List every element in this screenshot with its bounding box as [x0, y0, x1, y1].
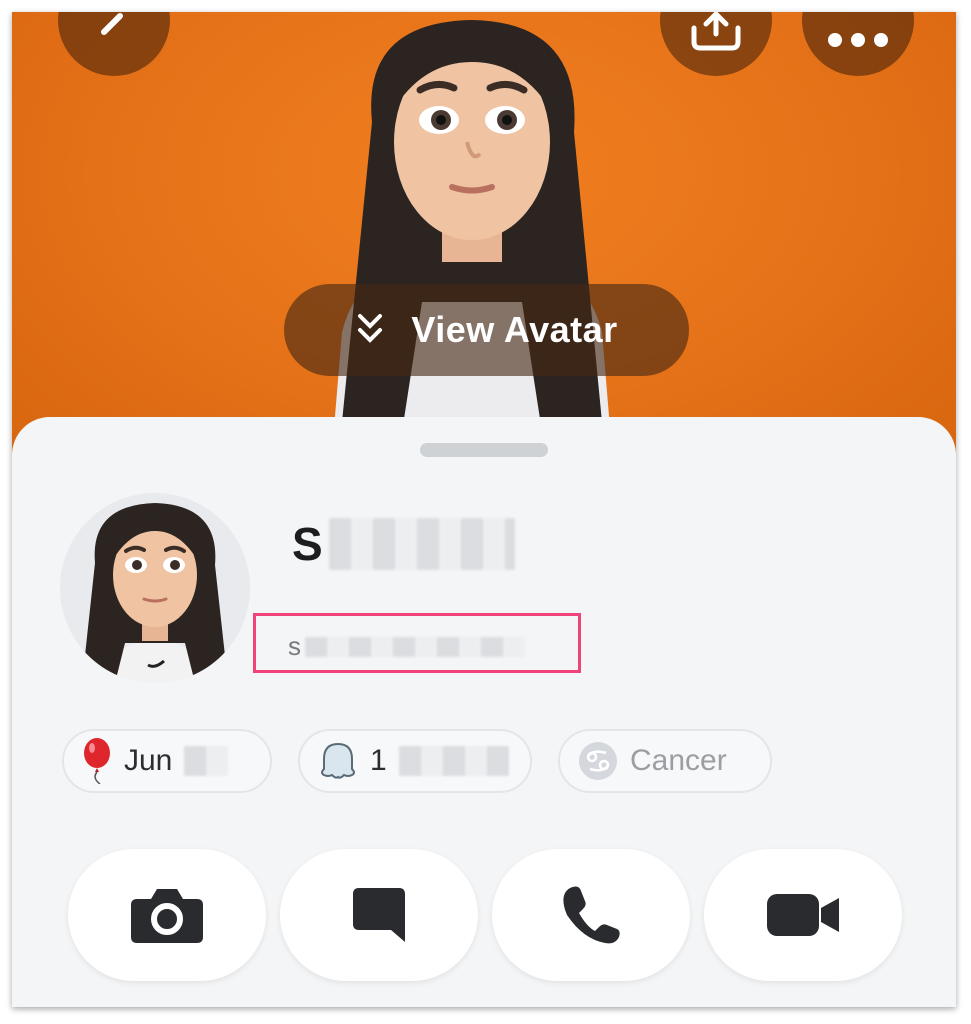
- zodiac-chip[interactable]: Cancer: [558, 729, 772, 793]
- phone-icon: [563, 886, 620, 944]
- video-call-button[interactable]: [704, 849, 902, 981]
- more-dots-icon: [828, 33, 888, 47]
- display-name: S: [292, 517, 515, 571]
- chevron-left-icon: [101, 13, 123, 35]
- chat-button[interactable]: [280, 849, 478, 981]
- camera-icon: [131, 889, 203, 943]
- avatar-hero: View Avatar: [12, 12, 956, 472]
- view-avatar-label: View Avatar: [411, 309, 618, 350]
- profile-screen: View Avatar S s Jun 1 Cancer: [12, 12, 956, 1007]
- display-name-initial: S: [292, 518, 323, 570]
- birthday-chip[interactable]: Jun: [62, 729, 272, 793]
- birthday-label: Jun: [124, 744, 173, 777]
- share-button[interactable]: [660, 12, 772, 76]
- username[interactable]: s: [288, 631, 525, 662]
- cancer-zodiac-icon: [579, 742, 617, 780]
- view-avatar-button[interactable]: View Avatar: [284, 284, 689, 376]
- bitmoji-avatar-icon: [82, 503, 228, 683]
- username-redacted: [305, 636, 525, 657]
- double-chevron-down-icon: [358, 314, 383, 343]
- zodiac-label: Cancer: [630, 744, 727, 777]
- balloon-icon: [84, 738, 110, 784]
- birthday-day-redacted: [184, 746, 229, 776]
- snapscore-chip[interactable]: 1: [298, 729, 532, 793]
- camera-button[interactable]: [68, 849, 266, 981]
- bitmoji-avatar-full: [332, 20, 612, 452]
- more-options-button[interactable]: [802, 12, 914, 76]
- video-camera-icon: [767, 894, 839, 936]
- share-upload-icon: [691, 12, 741, 51]
- username-prefix: s: [288, 631, 301, 661]
- snapscore-label: 1: [370, 744, 387, 777]
- action-buttons: [68, 849, 902, 981]
- profile-chips: Jun 1 Cancer: [62, 729, 772, 793]
- snapscore-redacted: [398, 746, 509, 776]
- profile-avatar[interactable]: [60, 493, 250, 683]
- back-button[interactable]: [58, 12, 170, 76]
- sheet-drag-handle[interactable]: [420, 443, 548, 457]
- display-name-redacted: [328, 518, 515, 570]
- call-button[interactable]: [492, 849, 690, 981]
- chat-icon: [353, 888, 405, 942]
- profile-sheet: S s Jun 1 Cancer: [12, 417, 956, 1007]
- ghost-icon: [321, 742, 355, 779]
